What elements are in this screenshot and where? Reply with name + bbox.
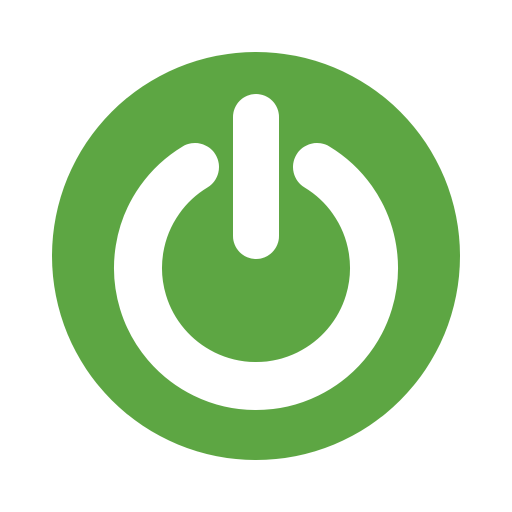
power-icon[interactable] <box>0 0 512 512</box>
icon-canvas <box>0 0 512 512</box>
